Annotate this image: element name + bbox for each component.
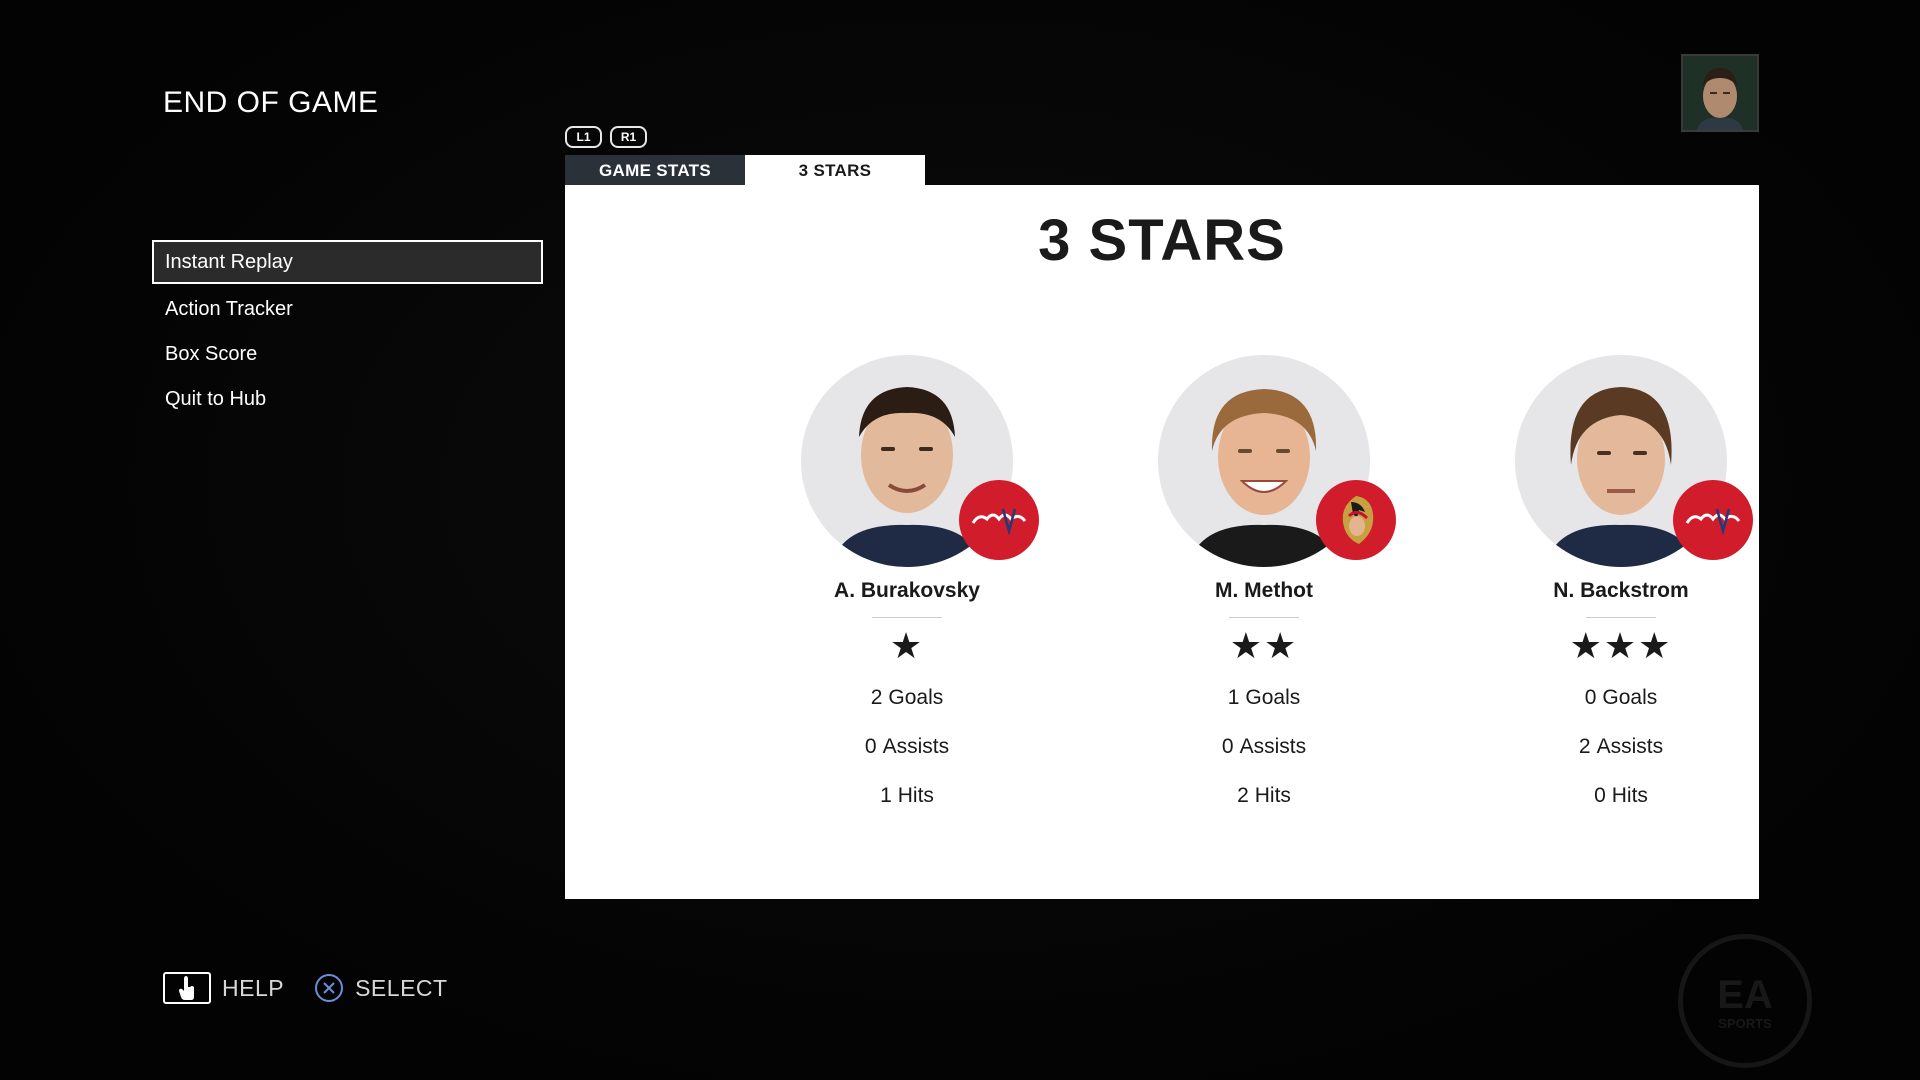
goals-value: 0 [1584, 686, 1597, 709]
assists-label: Assists [1239, 735, 1307, 758]
star-rating: ★ [889, 625, 925, 666]
hits-label: Hits [1254, 784, 1291, 807]
button-hints-footer: HELP SELECT [163, 972, 448, 1004]
assists-stat: 0 Assists [757, 729, 1057, 764]
star-rating: ★★ [1229, 625, 1299, 666]
tab-game-stats[interactable]: GAME STATS [565, 155, 745, 185]
end-of-game-screen: END OF GAME Instant Replay Action Tracke… [0, 0, 1920, 1080]
player-name: M. Methot [1215, 579, 1313, 602]
hits-stat: 1 Hits [757, 778, 1057, 813]
user-avatar-image [1683, 56, 1757, 130]
hits-value: 2 [1237, 784, 1249, 807]
assists-stat: 2 Assists [1471, 729, 1771, 764]
help-hint-label: HELP [222, 974, 285, 1001]
svg-text:SPORTS: SPORTS [1718, 1016, 1772, 1031]
capitals-logo-icon [1673, 480, 1753, 560]
assists-stat: 0 Assists [1114, 729, 1414, 764]
goals-label: Goals [1602, 686, 1658, 709]
name-divider [872, 617, 942, 618]
ea-sports-logo: EA SPORTS [1678, 934, 1812, 1068]
assists-value: 2 [1578, 735, 1591, 758]
name-divider [1229, 617, 1299, 618]
player-name: N. Backstrom [1553, 579, 1689, 602]
player-name: A. Burakovsky [834, 579, 980, 602]
capitals-logo-icon [959, 480, 1039, 560]
end-of-game-menu: Instant Replay Action Tracker Box Score … [152, 240, 543, 420]
star-player-card: A. Burakovsky ★ 2 Goals 0 Assists 1 Hits [757, 355, 1057, 813]
r1-button-icon[interactable]: R1 [610, 126, 647, 148]
assists-value: 0 [864, 735, 877, 758]
select-hint-label: SELECT [355, 974, 448, 1001]
hits-stat: 0 Hits [1471, 778, 1771, 813]
menu-item-instant-replay[interactable]: Instant Replay [152, 240, 543, 284]
hits-stat: 2 Hits [1114, 778, 1414, 813]
assists-value: 0 [1221, 735, 1234, 758]
hits-value: 1 [880, 784, 892, 807]
stats-tabs: GAME STATS 3 STARS [565, 155, 925, 185]
svg-text:EA: EA [1717, 973, 1773, 1017]
goals-stat: 1 Goals [1114, 680, 1414, 715]
ea-sports-logo-mark: EA SPORTS [1717, 973, 1773, 1031]
cross-button-icon[interactable] [314, 973, 344, 1003]
three-stars-panel: 3 STARS A. Burakovsky ★ 2 Goals 0 Assist… [565, 185, 1759, 899]
star-rating: ★★★ [1569, 625, 1673, 666]
goals-label: Goals [888, 686, 944, 709]
user-avatar [1681, 54, 1759, 132]
goals-stat: 2 Goals [757, 680, 1057, 715]
goals-label: Goals [1245, 686, 1301, 709]
menu-item-action-tracker[interactable]: Action Tracker [152, 285, 543, 329]
senators-logo-icon [1316, 480, 1396, 560]
panel-title: 3 STARS [1038, 208, 1286, 273]
page-title: END OF GAME [163, 86, 379, 119]
hits-label: Hits [897, 784, 934, 807]
menu-item-box-score[interactable]: Box Score [152, 330, 543, 374]
star-player-card: N. Backstrom ★★★ 0 Goals 2 Assists 0 Hits [1471, 355, 1771, 813]
hits-label: Hits [1611, 784, 1648, 807]
tab-bumper-hints: L1 R1 [565, 126, 647, 148]
goals-value: 2 [870, 686, 883, 709]
l1-button-icon[interactable]: L1 [565, 126, 602, 148]
star-player-card: M. Methot ★★ 1 Goals 0 Assists 2 Hits [1114, 355, 1414, 813]
assists-label: Assists [882, 735, 950, 758]
menu-item-quit-to-hub[interactable]: Quit to Hub [152, 375, 543, 419]
assists-label: Assists [1596, 735, 1664, 758]
goals-value: 1 [1227, 686, 1240, 709]
touchpad-icon[interactable] [163, 972, 211, 1004]
hits-value: 0 [1594, 784, 1606, 807]
goals-stat: 0 Goals [1471, 680, 1771, 715]
name-divider [1586, 617, 1656, 618]
tab-3-stars[interactable]: 3 STARS [745, 155, 925, 185]
